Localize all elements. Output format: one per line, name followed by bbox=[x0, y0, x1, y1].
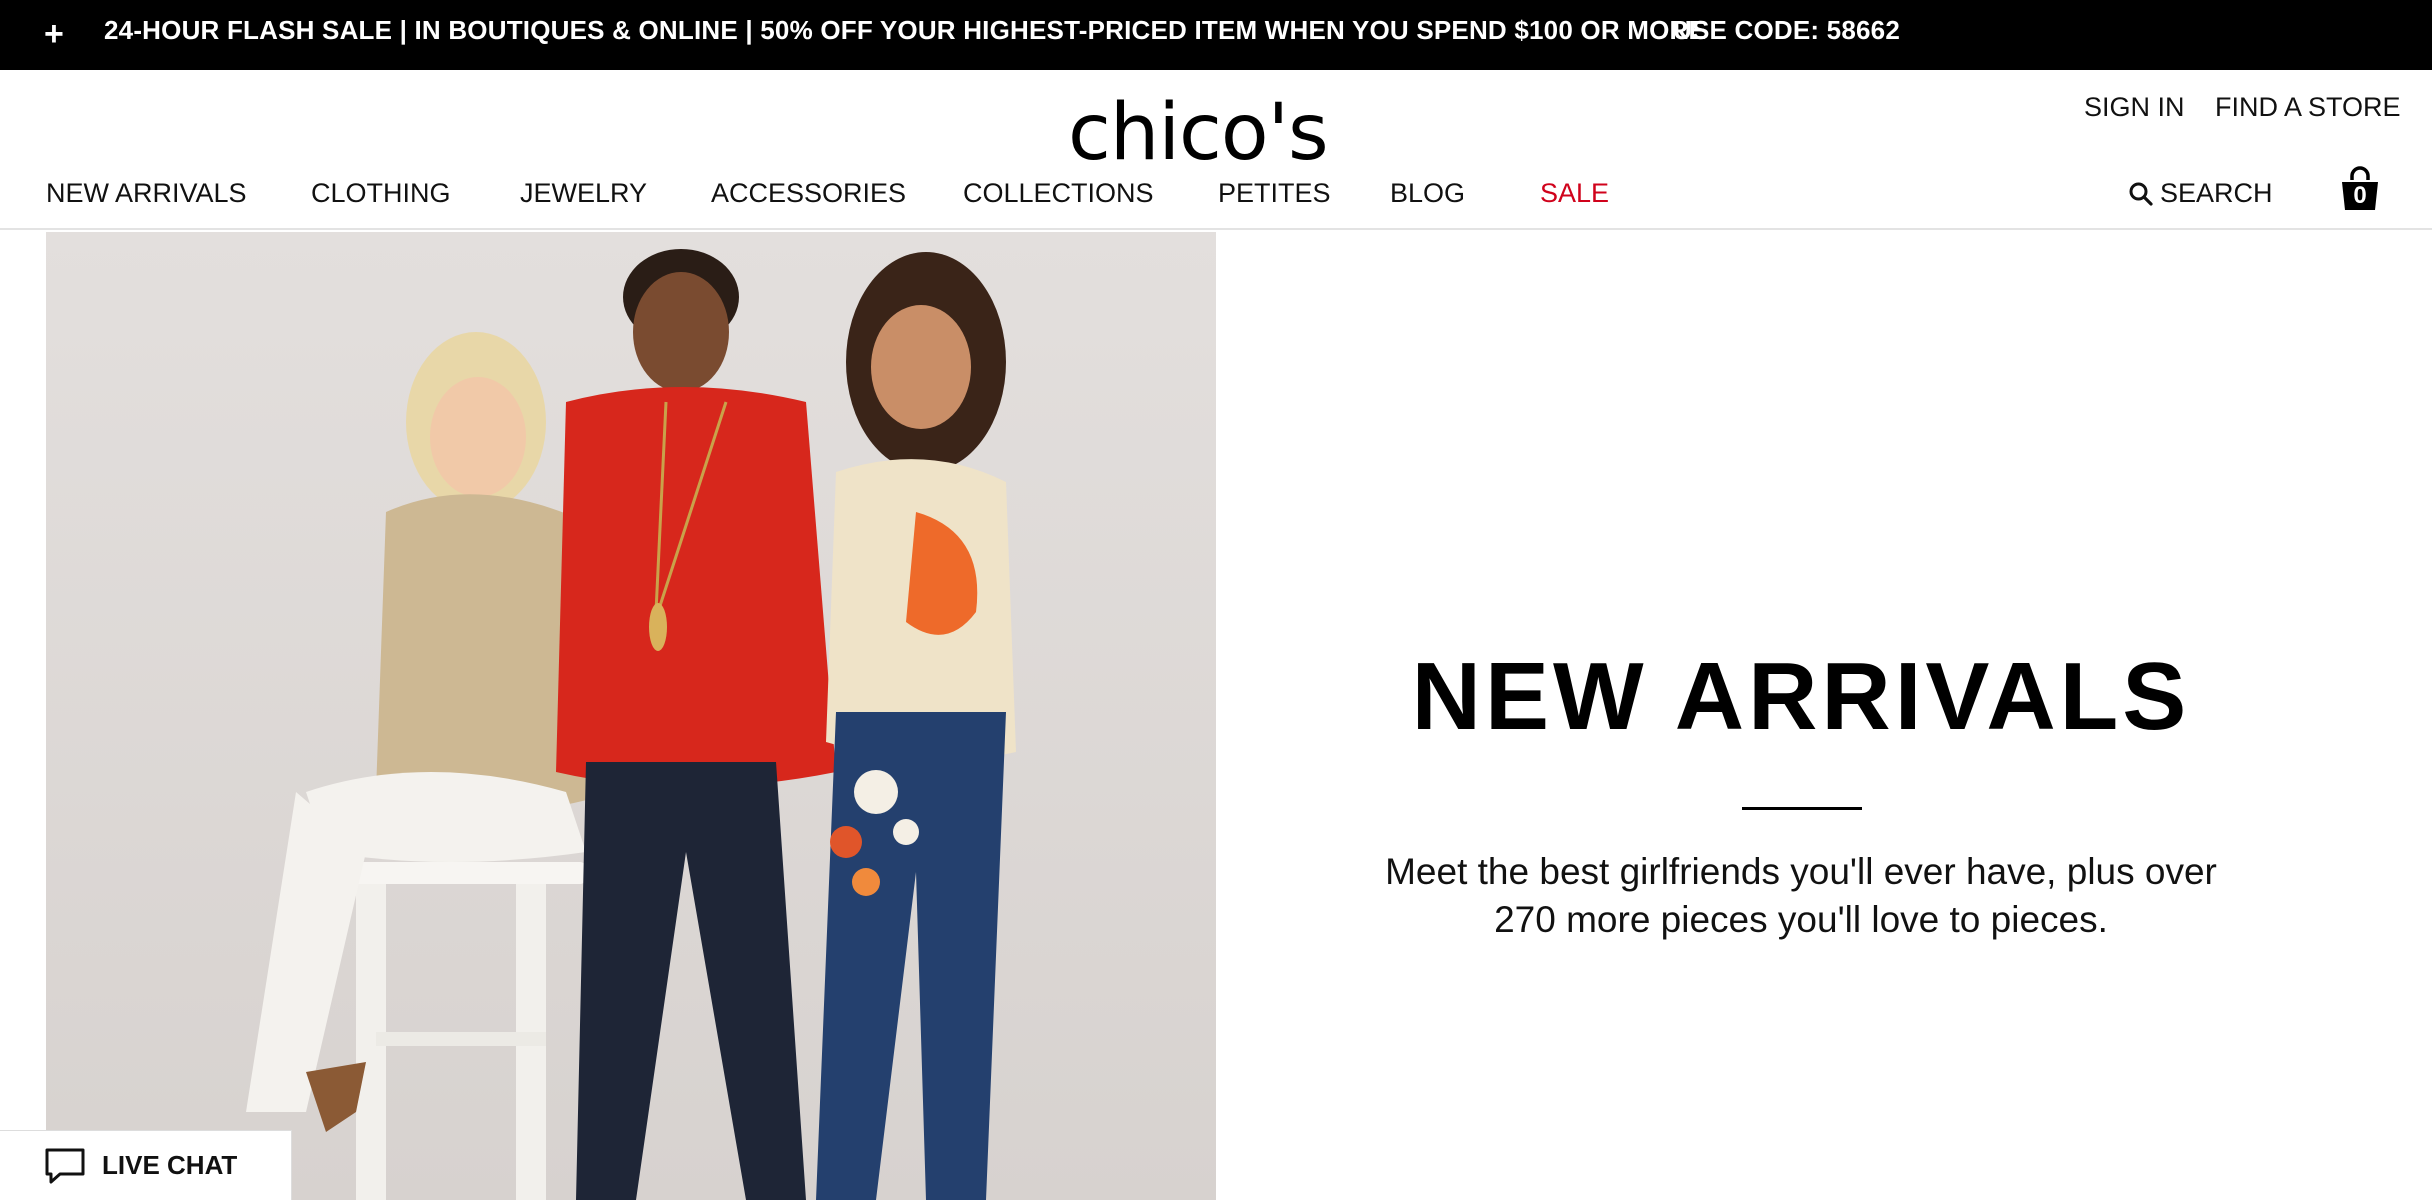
chicos-logo[interactable]: chico's bbox=[1068, 88, 1329, 178]
hero-divider bbox=[1742, 807, 1862, 810]
shopping-bag-button[interactable]: 0 bbox=[2338, 166, 2382, 212]
hero-description: Meet the best girlfriends you'll ever ha… bbox=[1385, 851, 2217, 940]
hero-title: NEW ARRIVALS bbox=[1411, 643, 2191, 750]
nav-clothing[interactable]: CLOTHING bbox=[311, 178, 451, 209]
bag-count: 0 bbox=[2353, 182, 2367, 209]
live-chat-label: LIVE CHAT bbox=[102, 1150, 238, 1180]
nav-accessories[interactable]: ACCESSORIES bbox=[711, 178, 906, 209]
promo-bar: + 24-HOUR FLASH SALE | IN BOUTIQUES & ON… bbox=[0, 0, 2432, 70]
site-header: chico's SIGN IN FIND A STORE NEW ARRIVAL… bbox=[0, 70, 2432, 230]
promo-text[interactable]: 24-HOUR FLASH SALE | IN BOUTIQUES & ONLI… bbox=[104, 15, 1706, 46]
hero-image[interactable] bbox=[46, 232, 1216, 1200]
model-right bbox=[816, 252, 1016, 1200]
plus-icon[interactable]: + bbox=[44, 14, 68, 54]
model-middle bbox=[556, 249, 836, 1200]
hero-copy: NEW ARRIVALS Meet the best girlfriends y… bbox=[1216, 232, 2432, 1200]
chat-bubble-icon bbox=[45, 1148, 85, 1183]
search-label: SEARCH bbox=[2160, 178, 2273, 208]
nav-sale[interactable]: SALE bbox=[1540, 178, 1609, 209]
main-nav: NEW ARRIVALS CLOTHING JEWELRY ACCESSORIE… bbox=[0, 178, 1700, 218]
sign-in-link[interactable]: SIGN IN bbox=[2084, 92, 2185, 123]
nav-petites[interactable]: PETITES bbox=[1218, 178, 1331, 209]
search-button[interactable]: SEARCH bbox=[2128, 178, 2273, 209]
search-icon bbox=[2129, 182, 2153, 206]
nav-blog[interactable]: BLOG bbox=[1390, 178, 1465, 209]
promo-code: USE CODE: 58662 bbox=[1673, 15, 1900, 45]
nav-collections[interactable]: COLLECTIONS bbox=[963, 178, 1154, 209]
live-chat-button[interactable]: LIVE CHAT bbox=[0, 1130, 292, 1200]
nav-new-arrivals[interactable]: NEW ARRIVALS bbox=[46, 178, 247, 209]
nav-jewelry[interactable]: JEWELRY bbox=[520, 178, 647, 209]
hero-models-illustration bbox=[246, 249, 1016, 1200]
find-store-link[interactable]: FIND A STORE bbox=[2215, 92, 2401, 123]
